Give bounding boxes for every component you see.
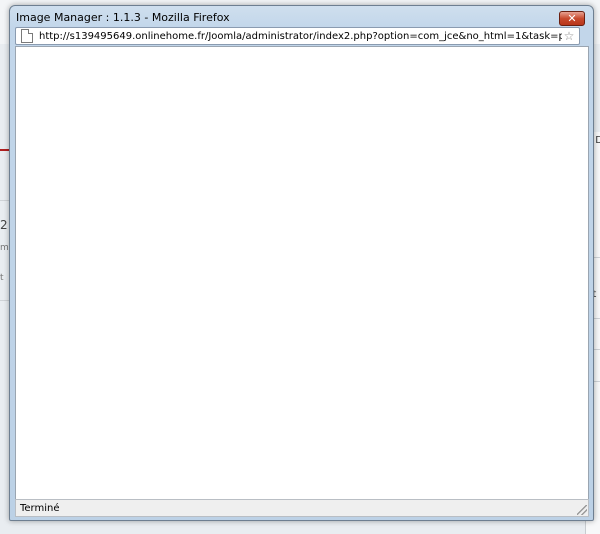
address-bar[interactable]: http://s139495649.onlinehome.fr/Joomla/a… bbox=[15, 27, 580, 45]
close-icon: ✕ bbox=[567, 12, 577, 25]
window-titlebar[interactable]: Image Manager : 1.1.3 - Mozilla Firefox … bbox=[10, 6, 593, 28]
status-text: Terminé bbox=[20, 502, 60, 514]
star-icon[interactable]: ☆ bbox=[562, 29, 576, 43]
popup-window: Image Manager : 1.1.3 - Mozilla Firefox … bbox=[9, 5, 594, 521]
page-content bbox=[15, 46, 589, 500]
close-button[interactable]: ✕ bbox=[559, 11, 585, 26]
url-text[interactable]: http://s139495649.onlinehome.fr/Joomla/a… bbox=[39, 31, 562, 42]
resize-grip-icon[interactable] bbox=[577, 505, 587, 515]
page-icon bbox=[21, 29, 33, 43]
window-title: Image Manager : 1.1.3 - Mozilla Firefox bbox=[16, 10, 230, 24]
status-bar: Terminé bbox=[15, 499, 589, 517]
